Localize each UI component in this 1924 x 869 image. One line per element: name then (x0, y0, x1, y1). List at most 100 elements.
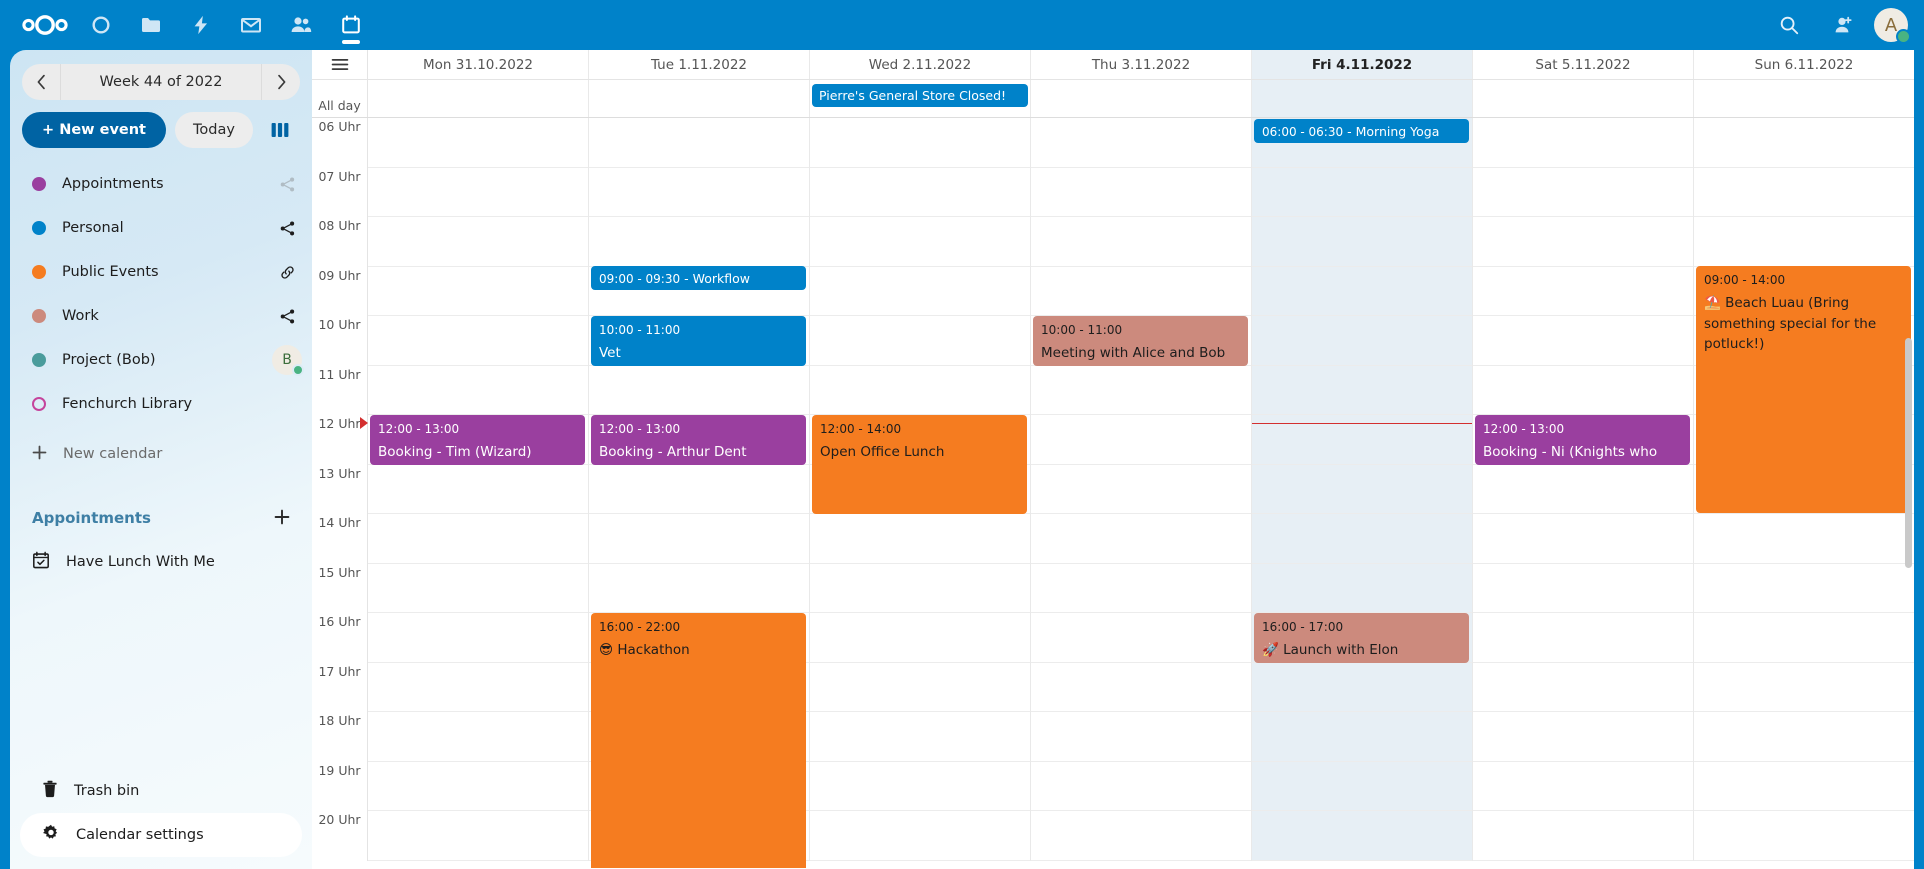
day-header-sun[interactable]: Sun 6.11.2022 (1694, 50, 1914, 79)
day-column-wed[interactable]: 12:00 - 14:00 Open Office Lunch (810, 118, 1031, 861)
event-time: 16:00 - 17:00 (1262, 620, 1344, 634)
all-day-cell-sat[interactable] (1473, 80, 1694, 117)
app-sidebar: Week 44 of 2022 + New event Today Appoin… (10, 50, 312, 869)
appointments-section-title: Appointments (32, 509, 151, 527)
dashboard-icon[interactable] (76, 0, 126, 50)
contacts-menu-icon[interactable] (1820, 0, 1866, 50)
activity-icon[interactable] (176, 0, 226, 50)
trash-bin-button[interactable]: Trash bin (20, 769, 302, 813)
event-time: 12:00 - 14:00 (820, 422, 902, 436)
all-day-cell-thu[interactable] (1031, 80, 1252, 117)
event-time: 06:00 - 06:30 (1262, 125, 1344, 139)
calendar-color-dot (32, 397, 46, 411)
day-column-thu[interactable]: 10:00 - 11:00 Meeting with Alice and Bob (1031, 118, 1252, 861)
top-navigation-bar: A (0, 0, 1924, 50)
calendar-item-public-events[interactable]: Public Events (10, 250, 312, 294)
add-appointment-button[interactable] (274, 506, 290, 530)
calendar-grid: 06 Uhr 07 Uhr 08 Uhr 09 Uhr 10 Uhr 11 Uh… (312, 118, 1914, 868)
calendar-item-label: Work (62, 308, 99, 324)
hour-label: 08 Uhr (318, 218, 361, 233)
day-column-sat[interactable]: 12:00 - 13:00 Booking - Ni (Knights who … (1473, 118, 1694, 861)
calendar-item-appointments[interactable]: Appointments (10, 162, 312, 206)
all-day-cell-wed[interactable]: Pierre's General Store Closed! (810, 80, 1031, 117)
event-open-office-lunch[interactable]: 12:00 - 14:00 Open Office Lunch (812, 415, 1027, 514)
event-beach-luau[interactable]: 09:00 - 14:00 ⛱️ Beach Luau (Bring somet… (1696, 266, 1911, 513)
user-avatar[interactable]: A (1874, 8, 1911, 44)
calendar-item-personal[interactable]: Personal (10, 206, 312, 250)
event-booking-ni-knights[interactable]: 12:00 - 13:00 Booking - Ni (Knights who … (1475, 415, 1690, 465)
hour-label: 18 Uhr (318, 713, 361, 728)
event-meeting-with-alice-and-bob[interactable]: 10:00 - 11:00 Meeting with Alice and Bob (1033, 316, 1248, 366)
calendar-list: Appointments Personal Public Events Work… (10, 162, 312, 476)
new-event-button[interactable]: + New event (22, 112, 166, 148)
calendar-app: A Week 44 of 2022 + New event Today Appo… (0, 0, 1924, 869)
files-icon[interactable] (126, 0, 176, 50)
calendar-item-work[interactable]: Work (10, 294, 312, 338)
appointments-section-header: Appointments (10, 498, 312, 538)
calendar-item-label: Appointments (62, 176, 164, 192)
event-workflow-discussion[interactable]: 09:00 - 09:30 - Workflow Discussion (591, 266, 806, 290)
event-booking-tim-wizard[interactable]: 12:00 - 13:00 Booking - Tim (Wizard) (370, 415, 585, 465)
day-header-wed[interactable]: Wed 2.11.2022 (810, 50, 1031, 79)
all-day-event-store-closed[interactable]: Pierre's General Store Closed! (812, 84, 1028, 107)
calendar-item-label: Project (Bob) (62, 352, 156, 368)
event-morning-yoga[interactable]: 06:00 - 06:30 - Morning Yoga (1254, 119, 1469, 143)
time-axis: 06 Uhr 07 Uhr 08 Uhr 09 Uhr 10 Uhr 11 Uh… (312, 118, 368, 861)
share-icon[interactable] (272, 176, 302, 193)
day-header-thu[interactable]: Thu 3.11.2022 (1031, 50, 1252, 79)
event-time: 09:00 - 09:30 (599, 272, 681, 286)
calendar-item-fenchurch-library[interactable]: Fenchurch Library (10, 382, 312, 426)
event-time: 10:00 - 11:00 (1041, 323, 1123, 337)
next-week-button[interactable] (262, 64, 300, 100)
calendar-grid-scroll[interactable]: 06 Uhr 07 Uhr 08 Uhr 09 Uhr 10 Uhr 11 Uh… (312, 118, 1914, 868)
link-icon[interactable] (272, 264, 302, 281)
day-column-tue[interactable]: 09:00 - 09:30 - Workflow Discussion 10:0… (589, 118, 810, 868)
hour-label: 20 Uhr (318, 812, 361, 827)
share-icon[interactable] (272, 220, 302, 237)
shared-user-avatar[interactable]: B (272, 345, 304, 376)
day-header-fri[interactable]: Fri 4.11.2022 (1252, 50, 1473, 79)
event-title: Booking - Tim (Wizard) (378, 443, 532, 460)
calendar-settings-label: Calendar settings (76, 827, 204, 843)
day-header-mon[interactable]: Mon 31.10.2022 (368, 50, 589, 79)
previous-week-button[interactable] (22, 64, 60, 100)
new-calendar-button[interactable]: New calendar (10, 432, 312, 476)
day-header-tue[interactable]: Tue 1.11.2022 (589, 50, 810, 79)
hamburger-icon[interactable] (331, 58, 348, 74)
event-vet[interactable]: 10:00 - 11:00 Vet (591, 316, 806, 366)
hour-label: 11 Uhr (318, 366, 361, 382)
all-day-cell-fri[interactable] (1252, 80, 1473, 117)
calendar-settings-button[interactable]: Calendar settings (20, 813, 302, 857)
search-icon[interactable] (1766, 0, 1812, 50)
avatar-initial: A (1884, 14, 1898, 36)
all-day-cell-sun[interactable] (1694, 80, 1914, 117)
mail-icon[interactable] (226, 0, 276, 50)
all-day-cell-tue[interactable] (589, 80, 810, 117)
event-hackathon[interactable]: 16:00 - 22:00 😎 Hackathon (591, 613, 806, 868)
event-launch-with-elon[interactable]: 16:00 - 17:00 🚀 Launch with Elon (1254, 613, 1469, 663)
event-title: Open Office Lunch (820, 443, 945, 460)
presence-indicator (1896, 29, 1911, 44)
event-title: Booking - Arthur Dent (599, 443, 747, 460)
appointment-item-have-lunch-with-me[interactable]: Have Lunch With Me (10, 538, 312, 586)
calendar-item-project-bob[interactable]: Project (Bob) B (10, 338, 312, 382)
day-header-sat[interactable]: Sat 5.11.2022 (1473, 50, 1694, 79)
day-column-fri[interactable]: 06:00 - 06:30 - Morning Yoga 16:00 - 17:… (1252, 118, 1473, 861)
event-separator: - (1343, 124, 1356, 139)
hour-label: 19 Uhr (318, 762, 361, 778)
all-day-cell-mon[interactable] (368, 80, 589, 117)
avatar-initial: B (282, 352, 292, 368)
today-button[interactable]: Today (175, 112, 253, 148)
event-booking-arthur-dent[interactable]: 12:00 - 13:00 Booking - Arthur Dent (591, 415, 806, 465)
nextcloud-logo[interactable] (14, 14, 76, 36)
vertical-scrollbar[interactable] (1905, 338, 1912, 568)
view-toggle-icon[interactable] (262, 112, 298, 148)
share-icon[interactable] (272, 308, 302, 325)
contacts-icon[interactable] (276, 0, 326, 50)
day-column-mon[interactable]: 12:00 - 13:00 Booking - Tim (Wizard) (368, 118, 589, 861)
calendar-icon[interactable] (326, 0, 376, 50)
current-week-label[interactable]: Week 44 of 2022 (60, 64, 262, 100)
day-column-sun[interactable]: 09:00 - 14:00 ⛱️ Beach Luau (Bring somet… (1694, 118, 1914, 861)
event-title: Booking - Ni (Knights who say) (1483, 443, 1658, 460)
event-title: Vet (599, 344, 621, 361)
